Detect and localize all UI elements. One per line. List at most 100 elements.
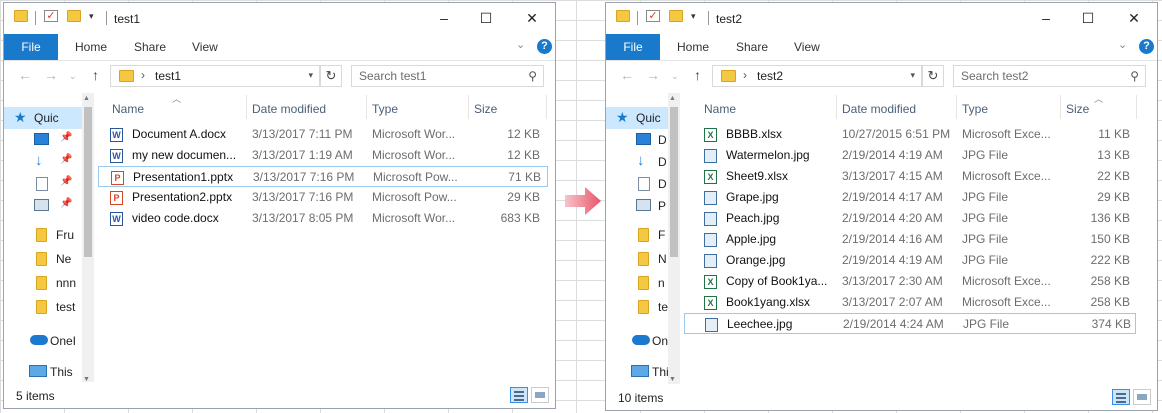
- tab-view[interactable]: View: [192, 34, 218, 60]
- table-row[interactable]: Orange.jpg 2/19/2014 4:19 AM JPG File 222 K…: [684, 250, 1136, 271]
- table-row[interactable]: Watermelon.jpg 2/19/2014 4:19 AM JPG File 1…: [684, 145, 1136, 166]
- nav-item-folder[interactable]: nnn: [4, 272, 82, 294]
- nav-item-quick-access[interactable]: ★ Quic: [606, 107, 668, 129]
- table-row[interactable]: P Presentation2.pptx 3/13/2017 7:16 PM Micr…: [98, 187, 548, 208]
- left-explorer-window[interactable]: ✓ ▾ test1 – ☐ ✕ File Home Share View ⌄ ?…: [3, 2, 556, 409]
- scroll-down-icon[interactable]: ▼: [669, 376, 676, 383]
- close-icon[interactable]: ✕: [518, 7, 546, 29]
- properties-icon[interactable]: ✓: [646, 10, 660, 22]
- nav-item-documents[interactable]: D: [606, 173, 668, 195]
- file-tab[interactable]: File: [4, 34, 58, 60]
- recent-locations-icon[interactable]: ⌄: [69, 71, 77, 82]
- forward-arrow-icon[interactable]: →: [44, 67, 58, 83]
- nav-item-this-pc[interactable]: Thi: [606, 361, 668, 383]
- scroll-up-icon[interactable]: ▲: [83, 95, 90, 102]
- tab-view[interactable]: View: [794, 34, 820, 60]
- new-folder-icon[interactable]: [669, 10, 683, 22]
- maximize-icon[interactable]: ☐: [472, 7, 500, 29]
- nav-item-folder[interactable]: N: [606, 248, 668, 270]
- address-dropdown-icon[interactable]: ▾: [910, 70, 915, 81]
- maximize-icon[interactable]: ☐: [1074, 7, 1102, 29]
- large-icons-view-button[interactable]: [1133, 389, 1151, 405]
- back-arrow-icon[interactable]: ←: [18, 67, 32, 83]
- address-dropdown-icon[interactable]: ▾: [308, 70, 313, 81]
- column-divider[interactable]: [1136, 95, 1137, 119]
- table-row[interactable]: P Presentation1.pptx 3/13/2017 7:16 PM Micr…: [98, 166, 548, 187]
- column-divider[interactable]: [956, 95, 957, 119]
- nav-item-desktop[interactable]: 📌: [4, 129, 82, 151]
- tab-share[interactable]: Share: [736, 34, 768, 60]
- column-header-type[interactable]: Type: [962, 102, 988, 116]
- new-folder-icon[interactable]: [67, 10, 81, 22]
- properties-icon[interactable]: ✓: [44, 10, 58, 22]
- nav-item-downloads[interactable]: ↓ 📌: [4, 151, 82, 173]
- column-divider[interactable]: [468, 95, 469, 119]
- large-icons-view-button[interactable]: [531, 387, 549, 403]
- scrollbar-thumb[interactable]: [84, 107, 92, 257]
- table-row[interactable]: Grape.jpg 2/19/2014 4:17 AM JPG File 29 KB: [684, 187, 1136, 208]
- table-row[interactable]: X Copy of Book1ya... 3/13/2017 2:30 AM Micr…: [684, 271, 1136, 292]
- search-input[interactable]: Search test2 ⚲: [953, 65, 1146, 87]
- column-divider[interactable]: [546, 95, 547, 119]
- up-arrow-icon[interactable]: ↑: [694, 67, 701, 83]
- column-header-date[interactable]: Date modified: [842, 102, 916, 116]
- search-input[interactable]: Search test1 ⚲: [351, 65, 544, 87]
- scroll-up-icon[interactable]: ▲: [669, 95, 676, 102]
- navigation-scrollbar[interactable]: ▲ ▼: [82, 93, 94, 385]
- column-header-name[interactable]: Name: [112, 102, 144, 116]
- minimize-icon[interactable]: –: [1032, 7, 1060, 29]
- column-divider[interactable]: [1060, 95, 1061, 119]
- right-explorer-window[interactable]: ✓ ▾ test2 – ☐ ✕ File Home Share View ⌄ ?…: [605, 2, 1158, 411]
- nav-item-onedrive[interactable]: OneI: [4, 330, 82, 352]
- breadcrumb[interactable]: test2: [757, 69, 783, 83]
- address-bar[interactable]: › test1 ▾: [110, 65, 320, 87]
- details-view-button[interactable]: [1112, 389, 1130, 405]
- expand-ribbon-icon[interactable]: ⌄: [516, 38, 525, 51]
- help-icon[interactable]: ?: [1139, 39, 1154, 54]
- column-header-size[interactable]: Size: [474, 102, 497, 116]
- tab-home[interactable]: Home: [75, 34, 107, 60]
- forward-arrow-icon[interactable]: →: [646, 67, 660, 83]
- nav-item-folder[interactable]: F: [606, 224, 668, 246]
- nav-item-this-pc[interactable]: This: [4, 361, 82, 383]
- column-header-size[interactable]: Size: [1066, 102, 1089, 116]
- tab-home[interactable]: Home: [677, 34, 709, 60]
- breadcrumb[interactable]: test1: [155, 69, 181, 83]
- nav-item-folder[interactable]: Ne: [4, 248, 82, 270]
- nav-item-folder[interactable]: Fru: [4, 224, 82, 246]
- back-arrow-icon[interactable]: ←: [620, 67, 634, 83]
- column-header-type[interactable]: Type: [372, 102, 398, 116]
- nav-item-pictures[interactable]: P: [606, 195, 668, 217]
- table-row[interactable]: Wmy new documen... 3/13/2017 1:19 AM Micro…: [98, 145, 548, 166]
- nav-item-pictures[interactable]: 📌: [4, 195, 82, 217]
- table-row[interactable]: Leechee.jpg 2/19/2014 4:24 AM JPG File 374 …: [684, 313, 1136, 334]
- column-divider[interactable]: [246, 95, 247, 119]
- up-arrow-icon[interactable]: ↑: [92, 67, 99, 83]
- table-row[interactable]: W Document A.docx 3/13/2017 7:11 PM Microso…: [98, 124, 548, 145]
- address-bar[interactable]: › test2 ▾: [712, 65, 922, 87]
- nav-item-folder[interactable]: n: [606, 272, 668, 294]
- table-row[interactable]: X Book1yang.xlsx 3/13/2017 2:07 AM Microsof…: [684, 292, 1136, 313]
- help-icon[interactable]: ?: [537, 39, 552, 54]
- navigation-scrollbar[interactable]: ▲ ▼: [668, 93, 680, 385]
- column-divider[interactable]: [366, 95, 367, 119]
- close-icon[interactable]: ✕: [1120, 7, 1148, 29]
- recent-locations-icon[interactable]: ⌄: [671, 71, 679, 82]
- nav-item-folder[interactable]: test: [4, 296, 82, 318]
- expand-ribbon-icon[interactable]: ⌄: [1118, 38, 1127, 51]
- scrollbar-thumb[interactable]: [670, 107, 678, 257]
- nav-item-quick-access[interactable]: ★ Quic: [4, 107, 82, 129]
- refresh-button[interactable]: ↻: [320, 65, 342, 87]
- nav-item-downloads[interactable]: ↓ D: [606, 151, 668, 173]
- table-row[interactable]: Peach.jpg 2/19/2014 4:20 AM JPG File 136 KB: [684, 208, 1136, 229]
- nav-item-documents[interactable]: 📌: [4, 173, 82, 195]
- minimize-icon[interactable]: –: [430, 7, 458, 29]
- table-row[interactable]: Wvideo code.docx 3/13/2017 8:05 PM Microso…: [98, 208, 548, 229]
- refresh-button[interactable]: ↻: [922, 65, 944, 87]
- column-header-date[interactable]: Date modified: [252, 102, 326, 116]
- nav-item-desktop[interactable]: D: [606, 129, 668, 151]
- file-tab[interactable]: File: [606, 34, 660, 60]
- quick-access-dropdown-icon[interactable]: ▾: [89, 11, 94, 22]
- tab-share[interactable]: Share: [134, 34, 166, 60]
- table-row[interactable]: Apple.jpg 2/19/2014 4:16 AM JPG File 150 KB: [684, 229, 1136, 250]
